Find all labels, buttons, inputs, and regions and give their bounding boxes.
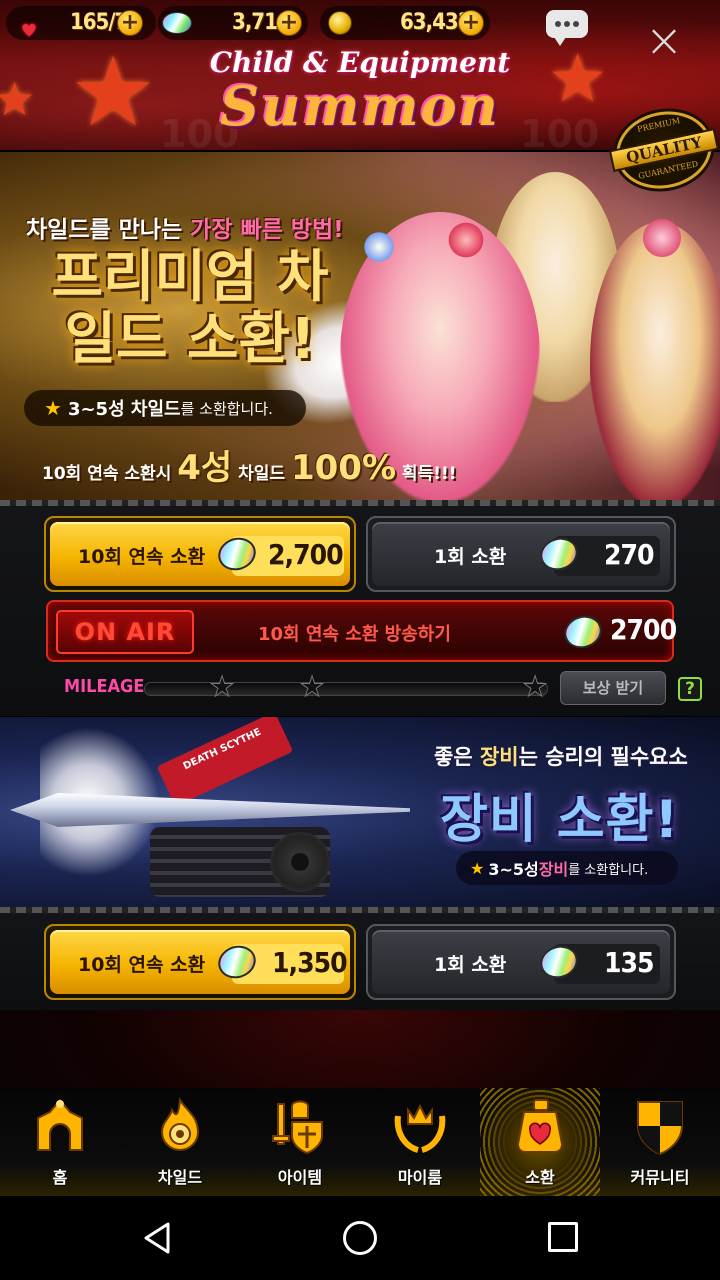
home-circle-icon[interactable] [343,1221,377,1255]
nav-item-home[interactable]: 홈 [0,1088,120,1196]
equipment-summon-10x-button[interactable]: 10회 연속 소환 1,350 [44,924,356,1000]
child-summon-10x-label: 10회 연속 소환 [78,546,206,568]
child-summon-banner: 차일드를 만나는 가장 빠른 방법! 프리미엄 차일드 소환! ★ 3~5성 차… [0,152,720,502]
equipment-summon-1x-button[interactable]: 1회 소환 135 [366,924,676,1000]
equipment-banner-title: 장비 소환! [440,790,680,850]
heart-icon [20,22,38,39]
equipment-summon-1x-label: 1회 소환 [434,954,507,976]
gem-icon [162,12,192,34]
laurel-crown-icon [394,1103,446,1153]
equipment-banner-info-pill: ★ 3~5성 장비 를 소환합니다. [456,851,678,885]
nav-label: 아이템 [277,1168,323,1187]
nav-item-child[interactable]: 차일드 [120,1088,240,1196]
flower-decoration [446,220,486,260]
nav-label: 마이룸 [397,1168,443,1187]
onair-broadcast-button[interactable]: ON AIR 10회 연속 소환 방송하기 2700 [46,600,677,662]
flower-decoration [640,216,684,260]
nav-label: 차일드 [157,1168,203,1187]
child-summon-1x-cost: 270 [604,538,655,571]
nav-item-myroom[interactable]: 마이룸 [360,1088,480,1196]
potion-heart-icon [516,1099,564,1153]
mileage-progress-bar [144,682,548,696]
chat-icon[interactable] [546,10,588,46]
banner-character-art [590,222,720,502]
child-banner-lead: 차일드를 만나는 가장 빠른 방법! [26,217,344,243]
mileage-label: MILEAGE [64,676,145,697]
onair-text: 10회 연속 소환 방송하기 [258,624,451,645]
flower-decoration [362,230,396,264]
mileage-star-icon: ★ [522,670,548,703]
system-navigation-bar [0,1196,720,1280]
equipment-summon-banner: DEATH SCYTHE 좋은 장비는 승리의 필수요소 장비 소환! ★ 3~… [0,717,720,909]
home-icon [37,1098,83,1151]
back-icon[interactable] [140,1220,176,1256]
shield-icon [637,1101,683,1156]
equipment-summon-10x-cost: 1,350 [272,946,348,979]
add-hearts-button[interactable]: + [117,10,143,36]
child-banner-bonus: 10회 연속 소환시 4성 차일드 100% 획득!!! [42,448,457,488]
child-summon-10x-button[interactable]: 10회 연속 소환 2,700 [44,516,356,592]
onair-cost: 2700 [610,613,677,646]
star-icon: ★ [44,396,62,420]
star-icon: ★ [470,858,485,878]
nav-item-community[interactable]: 커뮤니티 [600,1088,720,1196]
bottom-navigation: 홈 차일드 아이템 마이룸 소환 커뮤니티 [0,1088,720,1196]
add-gold-button[interactable]: + [458,10,484,36]
mileage-star-icon: ★ [209,670,235,703]
scythe-art [156,717,294,807]
nav-label: 커뮤니티 [630,1168,690,1187]
nav-item-items[interactable]: 아이템 [240,1088,360,1196]
nav-item-summon[interactable]: 소환 [480,1088,600,1196]
flame-icon [160,1096,200,1151]
gem-icon [559,610,607,654]
nav-label: 소환 [525,1168,555,1187]
mileage-star-icon: ★ [299,670,325,703]
recent-apps-icon[interactable] [548,1222,578,1252]
child-banner-title: 프리미엄 차일드 소환! [51,245,329,372]
child-summon-1x-button[interactable]: 1회 소환 270 [366,516,676,592]
add-gems-button[interactable]: + [276,10,302,36]
child-banner-info-pill: ★ 3~5성 차일드 를 소환합니다. [24,390,306,426]
sword-art [10,793,410,827]
nav-label: 홈 [52,1168,68,1187]
help-button[interactable]: ? [678,677,702,701]
equipment-banner-lead: 좋은 장비는 승리의 필수요소 [434,745,688,769]
gold-coin-icon [328,11,352,35]
armor-icon [272,1100,323,1155]
equipment-summon-10x-label: 10회 연속 소환 [78,954,206,976]
child-summon-1x-label: 1회 소환 [434,546,507,568]
child-summon-10x-cost: 2,700 [268,538,344,571]
claim-reward-button[interactable]: 보상 받기 [560,671,666,705]
equipment-summon-1x-cost: 135 [604,946,655,979]
onair-badge: ON AIR [56,610,194,654]
